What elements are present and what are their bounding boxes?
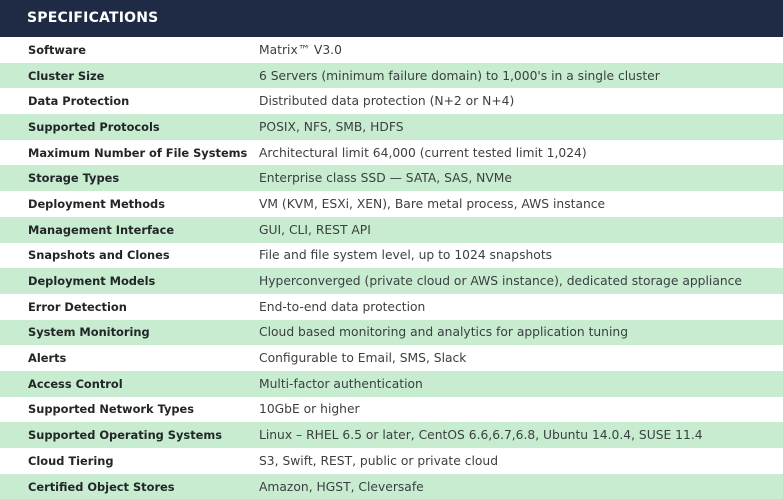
table-row: System Monitoring Cloud based monitoring… <box>0 319 783 346</box>
row-label-network-types: Supported Network Types <box>28 402 195 417</box>
row-label-max-file-systems: Maximum Number of File Systems <box>28 145 248 160</box>
row-value-system-monitoring: Cloud based monitoring and analytics for… <box>259 325 628 340</box>
specifications-table: Software Matrix™ V3.0 Cluster Size 6 Ser… <box>0 37 783 499</box>
row-label-cluster-size: Cluster Size <box>28 68 105 83</box>
row-label-error-detection: Error Detection <box>28 299 127 314</box>
table-row: Maximum Number of File Systems Architect… <box>0 139 783 166</box>
row-label-system-monitoring: System Monitoring <box>28 325 150 340</box>
specifications-panel: SPECIFICATIONS Software Matrix™ V3.0 Clu… <box>0 0 783 499</box>
table-row: Management Interface GUI, CLI, REST API <box>0 216 783 243</box>
row-value-access-control: Multi-factor authentication <box>259 376 423 391</box>
row-value-object-stores: Amazon, HGST, Cleversafe <box>259 479 424 494</box>
row-value-deployment-models: Hyperconverged (private cloud or AWS ins… <box>259 274 742 289</box>
row-value-network-types: 10GbE or higher <box>259 402 360 417</box>
row-value-cluster-size: 6 Servers (minimum failure domain) to 1,… <box>259 68 660 83</box>
row-label-software: Software <box>28 42 86 57</box>
row-label-storage-types: Storage Types <box>28 171 120 186</box>
row-label-alerts: Alerts <box>28 351 67 366</box>
row-label-snapshots-clones: Snapshots and Clones <box>28 248 170 263</box>
row-value-max-file-systems: Architectural limit 64,000 (current test… <box>259 145 587 160</box>
table-row: Snapshots and Clones File and file syste… <box>0 242 783 269</box>
table-row: Storage Types Enterprise class SSD — SAT… <box>0 165 783 192</box>
row-value-supported-protocols: POSIX, NFS, SMB, HDFS <box>259 119 404 134</box>
row-value-operating-systems: Linux – RHEL 6.5 or later, CentOS 6.6,6.… <box>259 428 703 443</box>
section-title: SPECIFICATIONS <box>0 0 783 37</box>
table-row: Certified Object Stores Amazon, HGST, Cl… <box>0 473 783 499</box>
row-label-data-protection: Data Protection <box>28 94 130 109</box>
table-row: Data Protection Distributed data protect… <box>0 88 783 115</box>
row-label-management-interface: Management Interface <box>28 222 175 237</box>
table-row: Cloud Tiering S3, Swift, REST, public or… <box>0 448 783 474</box>
row-label-object-stores: Certified Object Stores <box>28 479 175 494</box>
table-row: Cluster Size 6 Servers (minimum failure … <box>0 62 783 89</box>
table-row: Supported Operating Systems Linux – RHEL… <box>0 422 783 448</box>
table-row: Access Control Multi-factor authenticati… <box>0 370 783 397</box>
row-value-management-interface: GUI, CLI, REST API <box>259 222 371 237</box>
row-label-operating-systems: Supported Operating Systems <box>28 428 223 443</box>
table-row: Software Matrix™ V3.0 <box>0 37 783 63</box>
table-row: Deployment Methods VM (KVM, ESXi, XEN), … <box>0 191 783 217</box>
row-label-supported-protocols: Supported Protocols <box>28 119 160 134</box>
table-row: Deployment Models Hyperconverged (privat… <box>0 268 783 294</box>
row-value-snapshots-clones: File and file system level, up to 1024 s… <box>259 248 553 263</box>
row-value-data-protection: Distributed data protection (N+2 or N+4) <box>259 94 515 109</box>
table-row: Alerts Configurable to Email, SMS, Slack <box>0 345 783 371</box>
row-value-error-detection: End-to-end data protection <box>259 299 426 314</box>
table-row: Error Detection End-to-end data protecti… <box>0 293 783 320</box>
row-value-storage-types: Enterprise class SSD — SATA, SAS, NVMe <box>259 171 512 186</box>
row-label-deployment-methods: Deployment Methods <box>28 196 165 211</box>
row-label-deployment-models: Deployment Models <box>28 274 156 289</box>
row-value-software: Matrix™ V3.0 <box>259 42 342 57</box>
row-value-cloud-tiering: S3, Swift, REST, public or private cloud <box>259 453 499 468</box>
table-row: Supported Protocols POSIX, NFS, SMB, HDF… <box>0 114 783 140</box>
row-label-cloud-tiering: Cloud Tiering <box>28 453 114 468</box>
row-value-alerts: Configurable to Email, SMS, Slack <box>259 351 467 366</box>
row-value-deployment-methods: VM (KVM, ESXi, XEN), Bare metal process,… <box>259 196 606 211</box>
row-label-access-control: Access Control <box>28 376 123 391</box>
table-row: Supported Network Types 10GbE or higher <box>0 396 783 423</box>
